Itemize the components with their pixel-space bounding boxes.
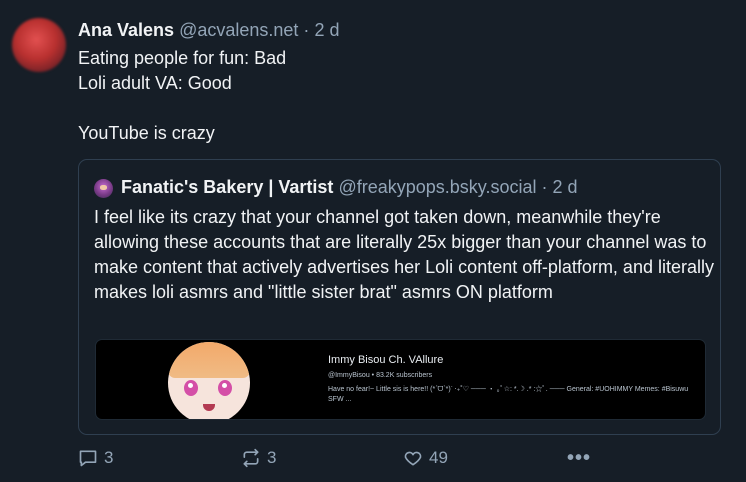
- post-text-line: Eating people for fun: Bad: [78, 48, 287, 68]
- quoted-post[interactable]: Fanatic's Bakery | Vartist @freakypops.b…: [78, 159, 721, 435]
- channel-thumbnail: [168, 342, 250, 419]
- more-icon: •••: [567, 447, 592, 469]
- author-avatar[interactable]: [12, 18, 66, 72]
- more-options-button[interactable]: •••: [567, 448, 591, 468]
- reply-button[interactable]: 3: [78, 448, 113, 468]
- post-actions: 3 3 49 •••: [0, 448, 746, 472]
- quote-time[interactable]: 2 d: [553, 177, 578, 197]
- post-header: Ana Valens @acvalens.net · 2 d: [78, 20, 339, 41]
- thumbnail-eye-right: [218, 380, 232, 396]
- heart-icon: [404, 451, 422, 466]
- thumbnail-eye-left: [184, 380, 198, 396]
- author-handle[interactable]: @acvalens.net: [179, 20, 298, 40]
- like-button[interactable]: 49: [403, 448, 448, 468]
- quote-header: Fanatic's Bakery | Vartist @freakypops.b…: [121, 177, 578, 198]
- repost-button[interactable]: 3: [241, 448, 276, 468]
- channel-embed-card[interactable]: Immy Bisou Ch. VAllure @ImmyBisou • 83.2…: [95, 339, 706, 420]
- channel-name: Immy Bisou Ch. VAllure: [328, 354, 444, 366]
- reply-count: 3: [104, 448, 114, 467]
- thumbnail-hair: [168, 342, 250, 378]
- reply-icon: [79, 450, 97, 467]
- quote-author-handle[interactable]: @freakypops.bsky.social: [338, 177, 536, 197]
- post-text-line: [78, 96, 718, 121]
- quote-author-avatar[interactable]: [94, 179, 113, 198]
- like-count: 49: [429, 448, 448, 467]
- thumbnail-mouth: [203, 404, 215, 411]
- repost-count: 3: [267, 448, 277, 467]
- post-text-line: Loli adult VA: Good: [78, 73, 232, 93]
- quote-author-name[interactable]: Fanatic's Bakery | Vartist: [121, 177, 333, 197]
- channel-description: Have no fear!~ Little sis is here!! (*ˊᗜ…: [328, 386, 689, 403]
- post-time[interactable]: 2 d: [314, 20, 339, 40]
- header-separator: ·: [303, 20, 310, 40]
- channel-subscribers: @ImmyBisou • 83.2K subscribers: [328, 372, 433, 379]
- quote-text: I feel like its crazy that your channel …: [94, 207, 714, 302]
- repost-icon: [243, 448, 259, 468]
- post-text: Eating people for fun: Bad Loli adult VA…: [78, 46, 718, 146]
- post-text-line: YouTube is crazy: [78, 123, 215, 143]
- author-name[interactable]: Ana Valens: [78, 20, 174, 40]
- quote-header-separator: ·: [541, 177, 548, 197]
